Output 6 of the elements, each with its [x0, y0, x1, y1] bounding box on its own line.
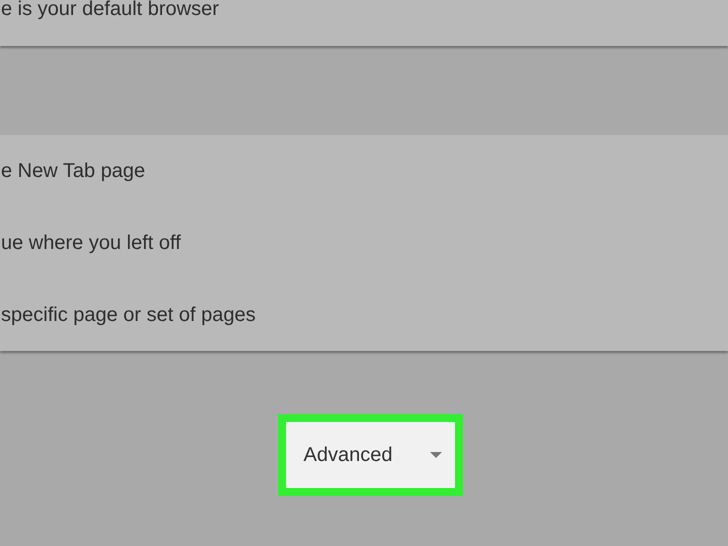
- startup-option[interactable]: ue where you left off: [1, 232, 181, 254]
- caret-icon: [428, 451, 442, 459]
- setting-text: e is your default browser: [1, 0, 219, 21]
- startup-option[interactable]: e New Tab page: [1, 160, 146, 182]
- startup-option[interactable]: specific page or set of pages: [1, 304, 256, 326]
- advanced-button[interactable]: Advanced: [286, 422, 454, 488]
